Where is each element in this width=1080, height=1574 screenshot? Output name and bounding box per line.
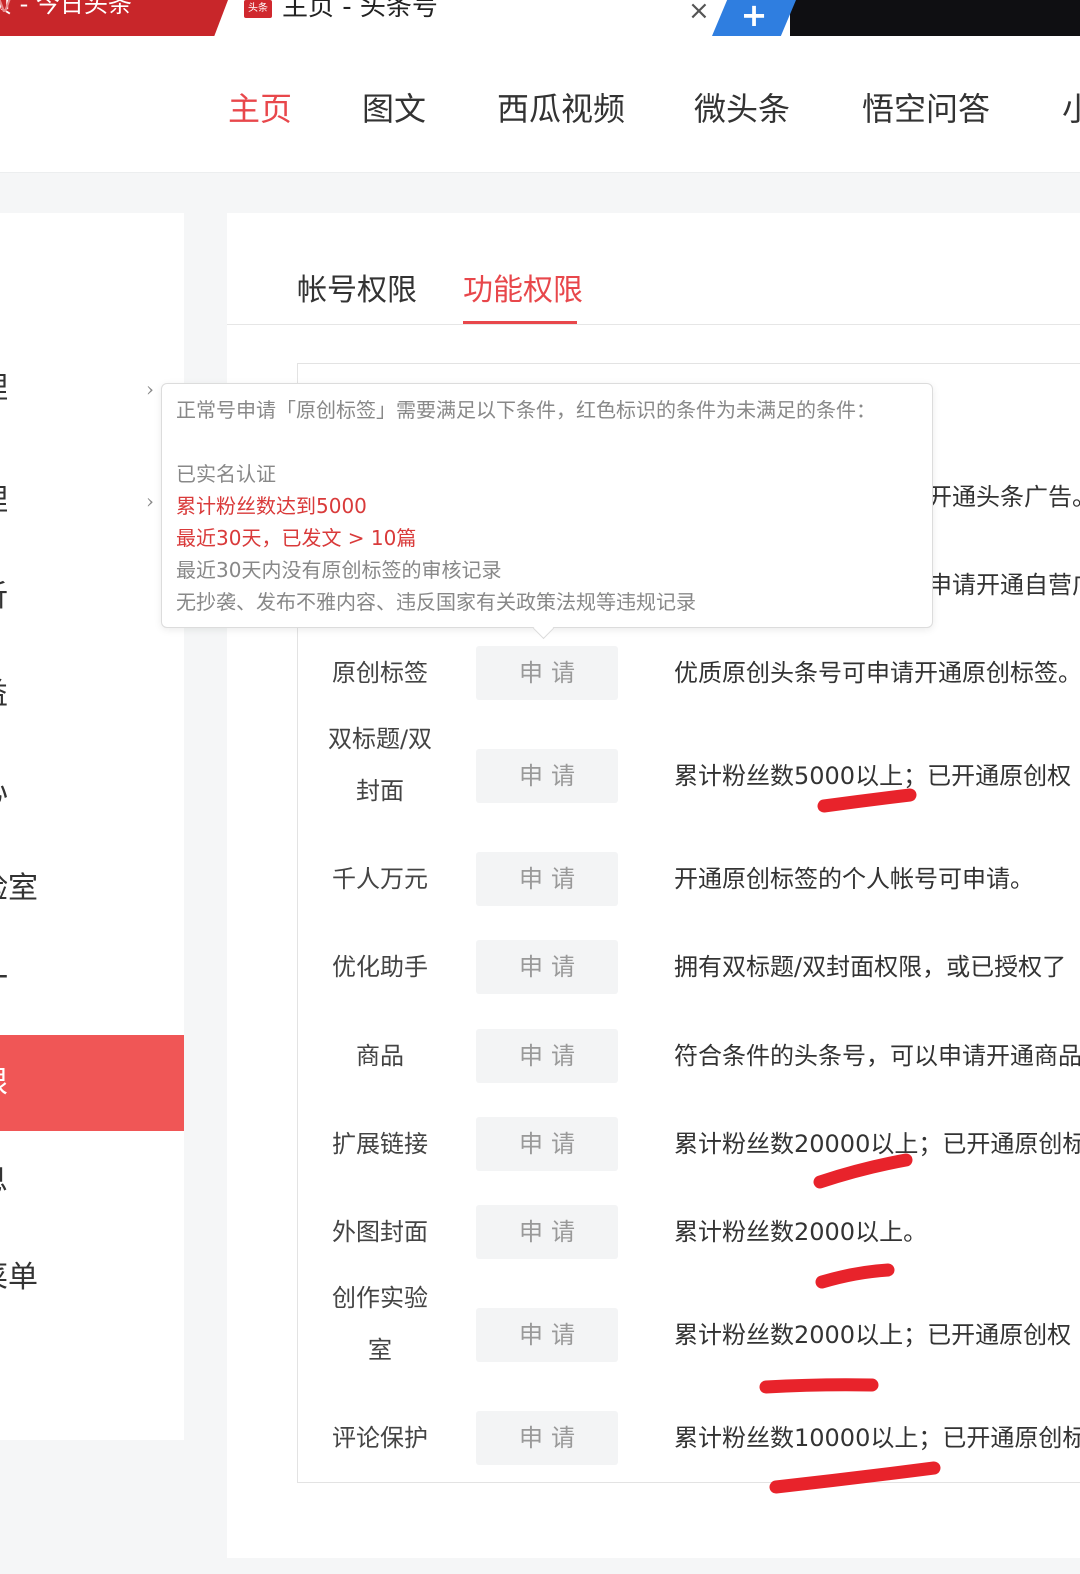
apply-button[interactable]: 申请: [476, 940, 618, 994]
nav-articles[interactable]: 图文: [362, 84, 426, 130]
permission-name: 双标题/双封面: [327, 725, 433, 805]
permission-name: 千人万元: [332, 865, 428, 893]
tab-divider: [227, 324, 1080, 325]
sidebar-item-label: 验室: [0, 871, 38, 906]
permission-name: 优化助手: [332, 953, 428, 981]
permission-description: 符合条件的头条号，可以申请开通商品: [674, 1042, 1080, 1070]
close-tab-icon[interactable]: ×: [688, 0, 710, 24]
apply-button[interactable]: 申请: [476, 749, 618, 803]
apply-button[interactable]: 申请: [476, 1117, 618, 1171]
tab-account-permissions[interactable]: 帐号权限: [297, 265, 417, 309]
permission-description: 拥有双标题/双封面权限，或已授权了: [674, 953, 1067, 981]
nav-more[interactable]: 小: [1062, 84, 1080, 130]
condition-met: 最近30天内没有原创标签的审核记录: [176, 558, 502, 582]
tab-title-suffix: (v: [0, 0, 12, 18]
sidebar-item-label: 息: [0, 1133, 8, 1229]
permission-description: 累计粉丝数2000以上。: [674, 1218, 928, 1246]
tab-feature-permissions[interactable]: 功能权限: [463, 265, 583, 309]
chevron-right-icon: ›: [146, 377, 154, 401]
sidebar-item-analytics[interactable]: 析: [0, 549, 184, 645]
sidebar-item-management-2[interactable]: 理 ›: [0, 453, 184, 549]
sidebar-item-label: 理: [0, 453, 8, 549]
permission-description: 开通原创标签的个人帐号可申请。: [674, 865, 1034, 893]
permission-name: 原创标签: [332, 659, 428, 687]
sidebar-item-label: 益: [0, 647, 8, 743]
sidebar-item-lab[interactable]: 验室: [0, 841, 184, 937]
browser-tab-toutiao[interactable]: 页 - 今日头条(v: [0, 0, 228, 36]
condition-unmet: 累计粉丝数达到5000: [176, 494, 367, 518]
browser-tab-active[interactable]: 头条 主页 - 头条号: [236, 0, 726, 36]
sidebar-item-info[interactable]: 息: [0, 1133, 184, 1229]
sidebar-item-label: 心: [0, 744, 8, 840]
permission-name: 评论保护: [332, 1424, 428, 1452]
sidebar-item-earnings[interactable]: 益: [0, 647, 184, 743]
tab-strip-background: [790, 0, 1080, 36]
permission-description: 开通头条广告。: [928, 483, 1080, 511]
sidebar-item-menu[interactable]: 菜单: [0, 1230, 184, 1326]
condition-met: 无抄袭、发布不雅内容、违反国家有关政策法规等违规记录: [176, 590, 696, 614]
apply-button[interactable]: 申请: [476, 852, 618, 906]
permission-name: 扩展链接: [332, 1130, 428, 1158]
permission-name: 创作实验室: [332, 1284, 428, 1364]
nav-wukong-qa[interactable]: 悟空问答: [862, 84, 990, 130]
toutiao-favicon-icon: 头条: [244, 0, 272, 18]
apply-button[interactable]: 申请: [476, 1308, 618, 1362]
apply-button[interactable]: 申请: [476, 1205, 618, 1259]
sidebar-item-label: 限: [0, 1035, 8, 1131]
chevron-right-icon: ›: [146, 489, 154, 513]
tab-title: 主页 - 头条号: [282, 0, 438, 22]
sidebar-item-management-1[interactable]: 理 ›: [0, 341, 184, 437]
sidebar-item-center[interactable]: 心: [0, 744, 184, 840]
permission-description: 优质原创头条号可申请开通原创标签。: [674, 659, 1080, 687]
sidebar-item-permissions[interactable]: 限: [0, 1035, 184, 1131]
apply-button[interactable]: 申请: [476, 1411, 618, 1465]
sidebar-item-other[interactable]: 一: [0, 931, 184, 1027]
sidebar-item-label: 一: [0, 931, 8, 1027]
permission-name: 商品: [356, 1042, 404, 1070]
sidebar: 理 › 理 › 析 益 心 验室 一 限 息 菜单: [0, 213, 184, 1440]
permission-name: 外图封面: [332, 1218, 428, 1246]
permission-description: 累计粉丝数20000以上；已开通原创标: [674, 1130, 1080, 1158]
nav-home[interactable]: 主页: [228, 84, 292, 130]
sidebar-item-label: 析: [0, 549, 8, 645]
apply-button[interactable]: 申请: [476, 1029, 618, 1083]
condition-met: 已实名认证: [176, 462, 276, 486]
browser-tab-strip: 页 - 今日头条(v 头条 主页 - 头条号 × +: [0, 0, 1080, 38]
sidebar-item-label: 菜单: [0, 1260, 38, 1295]
permission-description: 累计粉丝数2000以上；已开通原创权: [674, 1321, 1072, 1349]
permission-description: 申请开通自营广: [928, 571, 1080, 599]
original-tag-requirements-tooltip: 正常号申请「原创标签」需要满足以下条件，红色标识的条件为未满足的条件： 已实名认…: [161, 383, 933, 640]
permission-description: 累计粉丝数10000以上；已开通原创标: [674, 1424, 1080, 1452]
nav-micro-toutiao[interactable]: 微头条: [694, 84, 790, 130]
condition-unmet: 最近30天，已发文 > 10篇: [176, 526, 417, 550]
nav-xigua-video[interactable]: 西瓜视频: [497, 84, 625, 130]
permission-description: 累计粉丝数5000以上；已开通原创权: [674, 762, 1072, 790]
tab-title: 页 - 今日头条: [0, 0, 132, 18]
apply-button[interactable]: 申请: [476, 646, 618, 700]
sidebar-item-label: 理: [0, 341, 8, 437]
top-navigation: 主页 图文 西瓜视频 微头条 悟空问答 小: [0, 38, 1080, 173]
tooltip-intro: 正常号申请「原创标签」需要满足以下条件，红色标识的条件为未满足的条件：: [176, 398, 876, 422]
